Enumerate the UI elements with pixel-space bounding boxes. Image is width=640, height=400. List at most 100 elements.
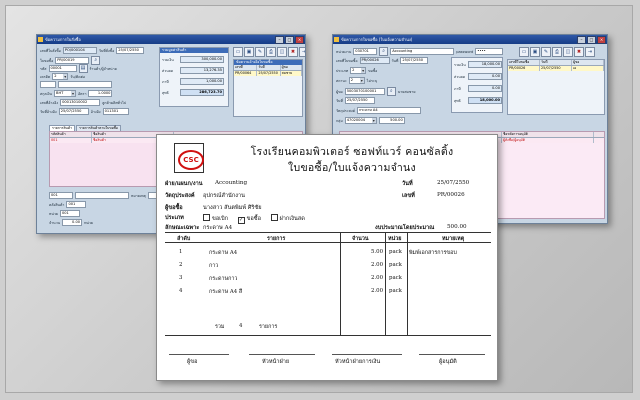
po-total-label: รวมเงิน xyxy=(162,57,174,62)
bottom-blank-field[interactable] xyxy=(75,192,129,199)
pr-net-value: 18,000.00 xyxy=(468,97,502,104)
pr-window-titlebar[interactable]: ข้อความการใบขอซื้อ (ใบแจ้งความจำนง) – □ … xyxy=(333,35,607,44)
qty-field[interactable]: 0.00 xyxy=(62,219,83,226)
doc-total-unit: รายการ xyxy=(259,324,278,330)
ref2-field[interactable]: 011301 xyxy=(102,108,129,115)
delete-icon[interactable]: ✖ xyxy=(574,47,584,57)
po-date-label: วันที่สั่งซื้อ xyxy=(98,48,115,53)
warehouse-label: คลังสินค้า xyxy=(49,202,65,207)
purpose-field[interactable]: กระดาษ A4 xyxy=(357,107,422,114)
exit-icon[interactable]: ⇥ xyxy=(585,47,595,57)
new-icon[interactable]: ▭ xyxy=(233,47,243,57)
order-no-label: เลขที่อ้างอิง xyxy=(40,100,59,105)
save-icon[interactable]: ▣ xyxy=(530,47,540,57)
note-label: หมายเหตุ xyxy=(131,193,146,198)
type-select[interactable]: 2 xyxy=(350,67,367,74)
pr-total-label: รวมเงิน xyxy=(454,62,466,67)
exit-icon[interactable]: ⇥ xyxy=(299,47,305,57)
currency-select[interactable]: BHT xyxy=(54,90,77,97)
close-button[interactable]: × xyxy=(295,36,304,44)
pr-no-field[interactable]: PR/00019 xyxy=(55,57,90,64)
rate-field[interactable]: 1.0000 xyxy=(88,90,113,97)
preview-icon[interactable]: ◫ xyxy=(277,47,287,57)
dept-code-field[interactable]: 030701 xyxy=(353,48,378,55)
doc-estimate: 500.00 xyxy=(447,224,467,230)
password-field[interactable]: •••• xyxy=(475,48,504,55)
cell-pr-date: 25/07/2550 xyxy=(257,71,281,76)
dept-lookup-icon[interactable]: ⌕ xyxy=(379,47,389,56)
blank-field-2[interactable] xyxy=(58,81,112,88)
signature-finance-head: หัวหน้าฝ่ายการเงิน xyxy=(335,359,381,365)
req-date-field[interactable]: 25/07/2550 xyxy=(344,97,375,104)
requester-label: ผู้ขอ xyxy=(336,89,343,94)
option-withdraw-label: ขอเบิก xyxy=(212,216,229,222)
order-no-field[interactable]: 00013010002 xyxy=(60,99,101,106)
cell-pr-list-no: PR/00026 xyxy=(508,66,540,71)
pr-list-pane: เลขที่ใบขอซื้อ วันที่ ผู้ขอ PR/00026 25/… xyxy=(507,59,605,115)
po-date-field[interactable]: 25/07/2550 xyxy=(116,47,145,54)
dept-name-field: Accounting xyxy=(390,48,455,55)
group-select[interactable]: 47020004 xyxy=(344,117,377,124)
new-icon[interactable]: ▭ xyxy=(519,47,529,57)
requester-lookup-icon[interactable]: ⌕ xyxy=(386,87,396,96)
ref-date-field[interactable]: 25/07/2550 xyxy=(58,108,89,115)
signature-approver: ผู้อนุมัติ xyxy=(439,359,457,365)
password-label: password xyxy=(456,49,474,54)
credit-label: เครดิต xyxy=(40,74,51,79)
table-row[interactable]: PR/00026 25/07/2550 เอ xyxy=(508,66,604,71)
amount-field[interactable]: 500.00 xyxy=(378,117,405,124)
maximize-button[interactable]: □ xyxy=(587,36,596,44)
requester-code-field[interactable]: 5003070100001 xyxy=(344,88,385,95)
minimize-button[interactable]: – xyxy=(577,36,586,44)
pr-date-field[interactable]: 25/07/2550 xyxy=(400,57,429,64)
supplier-lookup-icon[interactable]: ▤ xyxy=(78,64,88,73)
save-icon[interactable]: ▣ xyxy=(244,47,254,57)
bottom-code-field[interactable]: 001 xyxy=(49,192,73,199)
cell-pr-list-requester: เอ xyxy=(572,66,604,71)
doc-item-3-unit: pack xyxy=(389,275,402,281)
warehouse-field[interactable]: 001 xyxy=(66,201,87,208)
po-window-title: ข้อความการใบสั่งซื้อ xyxy=(45,37,81,42)
table-bottom-line xyxy=(165,335,491,336)
doc-detail-label: ลักษณะเฉพาะ xyxy=(165,225,200,231)
po-window-titlebar[interactable]: ข้อความการใบสั่งซื้อ – □ × xyxy=(37,35,305,44)
preview-icon[interactable]: ◫ xyxy=(563,47,573,57)
cell-pr-list-date: 25/07/2550 xyxy=(540,66,572,71)
doc-item-4-qty: 2.00 xyxy=(371,288,384,294)
print-icon[interactable]: ⎙ xyxy=(552,47,562,57)
table-divider-3 xyxy=(407,232,408,335)
qty-unit-label: หน่วย xyxy=(84,220,94,225)
doc-date-label: วันที่ xyxy=(402,181,413,187)
table-row[interactable]: PR/00064 25/07/2550 สมชาย xyxy=(234,71,302,76)
po-no-field[interactable]: PO/000104 xyxy=(62,47,97,54)
close-button[interactable]: × xyxy=(597,36,606,44)
po-summary-header: รวมมูลค่าสินค้า xyxy=(160,48,228,53)
checkbox-purchase: ✓ xyxy=(237,217,245,224)
supplier-button-label[interactable]: ร้านค้า/ผู้จำหน่าย xyxy=(90,66,117,72)
pr-label: ใบขอซื้อ xyxy=(40,58,54,63)
po-discount-label: ส่วนลด xyxy=(162,68,174,73)
po-net-value: 286,723.70 xyxy=(180,89,224,96)
doc-total-count: 4 xyxy=(239,323,243,329)
credit-unit-label: วัน/ติดต่อ xyxy=(70,74,86,79)
doc-type-options: ขอเบิก ✓ ขอซื้อ ฝากเงินสด xyxy=(203,214,305,224)
company-name: โรงเรียนคอมพิวเตอร์ ซอฟท์แวร์ คอนซัลติ้ง xyxy=(250,146,454,158)
edit-icon[interactable]: ✎ xyxy=(541,47,551,57)
delete-icon[interactable]: ✖ xyxy=(288,47,298,57)
blank-field-1[interactable] xyxy=(40,81,56,88)
pr-no-field[interactable]: PR/00026 xyxy=(359,57,390,64)
pr-toolbar: ▭ ▣ ✎ ⎙ ◫ ✖ ⇥ xyxy=(519,47,595,57)
supplier-code-field[interactable]: 00001 xyxy=(48,65,77,72)
doc-estimate-label: งบประมาณโดยประมาณ xyxy=(375,225,435,231)
edit-icon[interactable]: ✎ xyxy=(255,47,265,57)
pr-net-label: สุทธิ xyxy=(454,98,461,103)
ref-date-label: วันที่อ้างอิง xyxy=(40,109,57,114)
print-icon[interactable]: ⎙ xyxy=(266,47,276,57)
doc-dept-label: ฝ่าย/แผนก/งาน xyxy=(165,181,203,187)
minimize-button[interactable]: – xyxy=(275,36,284,44)
maximize-button[interactable]: □ xyxy=(285,36,294,44)
credit-select[interactable]: 2 xyxy=(52,73,69,80)
status-select[interactable]: 2 xyxy=(348,77,365,84)
table-divider-2 xyxy=(385,232,386,335)
unit-field[interactable]: 001 xyxy=(59,210,80,217)
